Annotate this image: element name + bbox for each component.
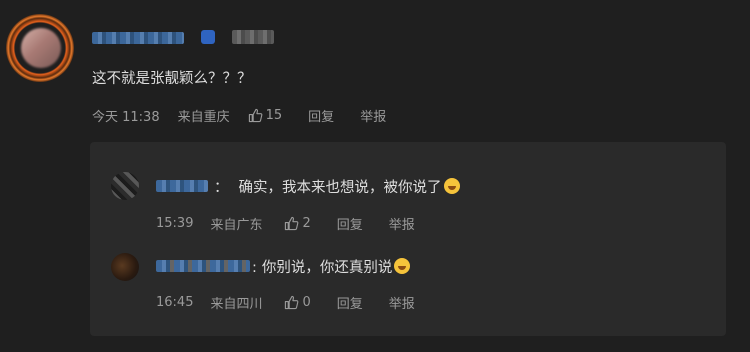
reply-location: 来自广东 bbox=[210, 218, 263, 233]
reply-button[interactable]: 回复 bbox=[337, 214, 363, 233]
comment-text: 这不就是张靓颖么？？？ bbox=[92, 71, 252, 87]
reply-meta-1: 15:39 来自广东 2 回复 举报 bbox=[156, 214, 415, 233]
reply-avatar[interactable] bbox=[111, 253, 139, 281]
reply-meta-2: 16:45 来自四川 0 回复 举报 bbox=[156, 293, 415, 312]
comment-location: 来自重庆 bbox=[177, 110, 230, 125]
avatar[interactable] bbox=[21, 28, 61, 68]
reply-button[interactable]: 回复 bbox=[337, 293, 363, 312]
reply-username[interactable] bbox=[156, 260, 250, 272]
user-badge bbox=[232, 30, 274, 44]
reply-text-2: : 你别说，你还真别说 bbox=[252, 256, 411, 277]
grin-emoji-icon bbox=[443, 178, 460, 194]
reply-username[interactable] bbox=[156, 180, 208, 192]
reply-time: 16:45 bbox=[156, 295, 194, 310]
reply-button[interactable]: 回复 bbox=[308, 106, 334, 125]
report-button[interactable]: 举报 bbox=[389, 214, 415, 233]
like-button[interactable]: 2 bbox=[284, 216, 311, 231]
report-button[interactable]: 举报 bbox=[389, 293, 415, 312]
report-button[interactable]: 举报 bbox=[360, 106, 386, 125]
like-button[interactable]: 0 bbox=[284, 295, 311, 310]
laugh-emoji-icon bbox=[394, 258, 411, 274]
comment-meta: 今天 11:38 来自重庆 15 回复 举报 bbox=[92, 106, 386, 125]
verified-badge-icon bbox=[201, 30, 215, 44]
reply-time: 15:39 bbox=[156, 216, 194, 231]
reply-content-1: 确实，我本来也想说，被你说了 bbox=[238, 180, 442, 196]
like-button[interactable]: 15 bbox=[248, 108, 283, 123]
thumbs-up-icon bbox=[285, 216, 299, 231]
reply-avatar[interactable] bbox=[111, 172, 139, 200]
username[interactable] bbox=[92, 32, 184, 44]
thumbs-up-icon bbox=[248, 108, 263, 123]
like-count: 2 bbox=[302, 216, 311, 231]
reply-text-1: ：确实，我本来也想说，被你说了 bbox=[214, 176, 460, 197]
reply-location: 来自四川 bbox=[210, 297, 263, 312]
thumbs-up-icon bbox=[285, 295, 299, 310]
like-count: 0 bbox=[302, 295, 311, 310]
comment-time: 今天 11:38 bbox=[92, 110, 160, 125]
like-count: 15 bbox=[265, 108, 283, 123]
reply-content-2: 你别说，你还真别说 bbox=[261, 260, 393, 276]
